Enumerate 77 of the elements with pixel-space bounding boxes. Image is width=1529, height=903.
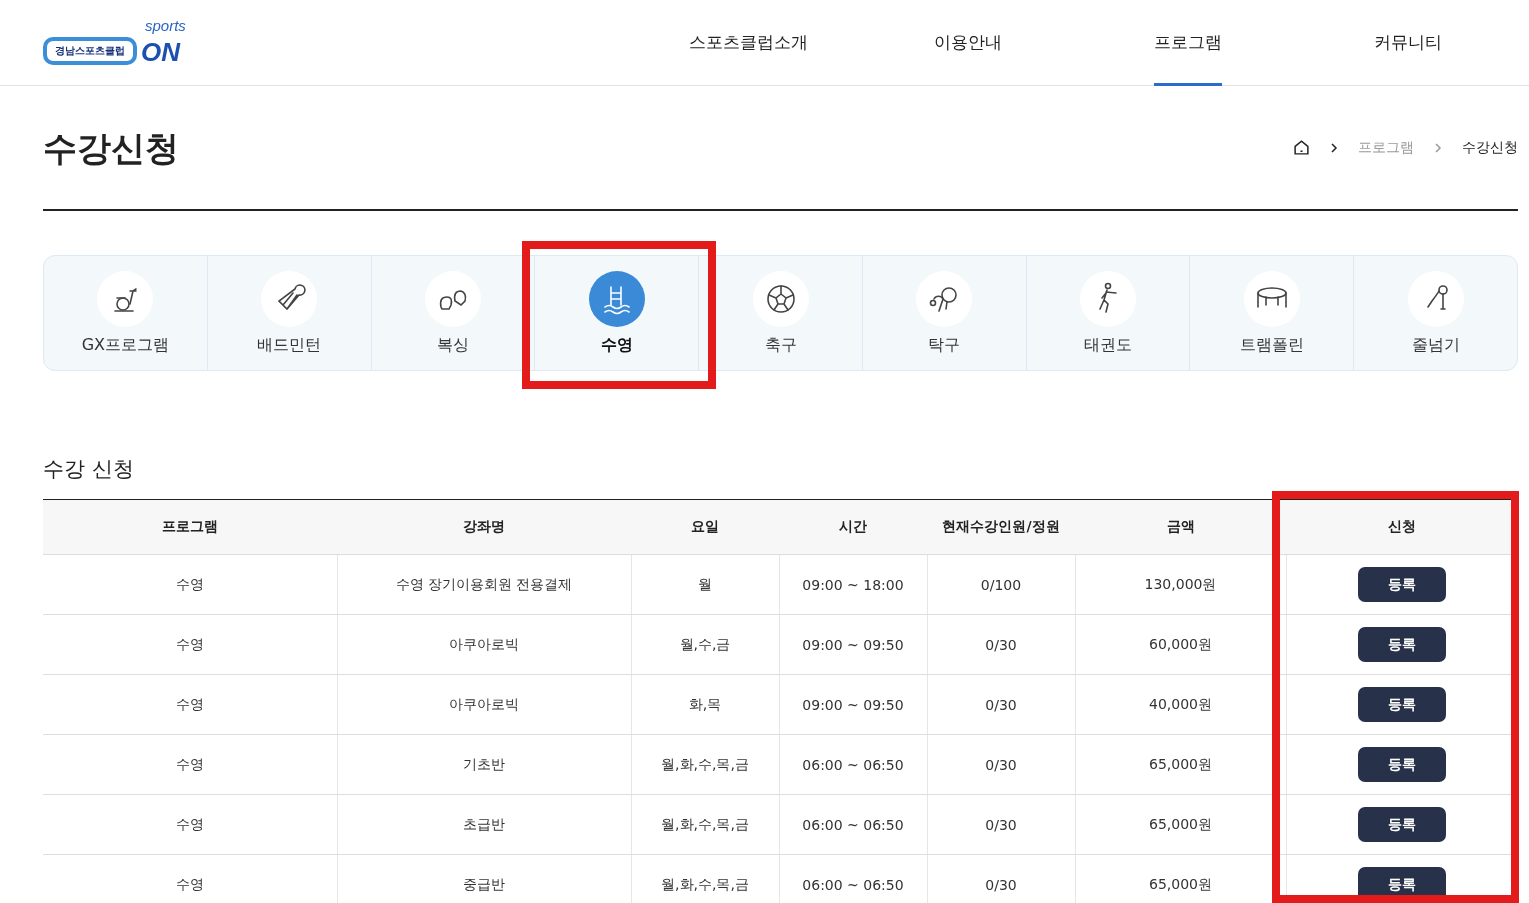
table-cell: 0/30	[927, 854, 1075, 903]
category-tab[interactable]: 배드민턴	[206, 256, 371, 370]
table-cell: 65,000원	[1075, 854, 1286, 903]
table-cell: 09:00 ~ 09:50	[779, 674, 927, 735]
table-cell: 월	[631, 554, 779, 615]
table-cell: 0/30	[927, 734, 1075, 795]
column-header: 현재수강인원/정원	[927, 499, 1075, 555]
register-button[interactable]: 등록	[1358, 687, 1447, 722]
table-cell: 수영	[43, 674, 337, 735]
table-cell: 월,화,수,목,금	[631, 794, 779, 855]
trampoline-icon	[1243, 270, 1300, 327]
table-cell: 06:00 ~ 06:50	[779, 854, 927, 903]
register-button[interactable]: 등록	[1358, 807, 1447, 842]
soccer-ball-icon	[752, 270, 809, 327]
category-tab[interactable]: 축구	[698, 256, 862, 370]
site-logo[interactable]: 경남스포츠클럽 sports ON	[43, 18, 203, 67]
shuttlecock-icon	[261, 270, 318, 327]
category-tab[interactable]: 줄넘기	[1353, 256, 1517, 370]
table-cell: 월,화,수,목,금	[631, 854, 779, 903]
table-cell: 아쿠아로빅	[337, 674, 631, 735]
table-cell: 화,목	[631, 674, 779, 735]
category-tab[interactable]: 탁구	[861, 256, 1026, 370]
home-icon[interactable]	[1293, 139, 1310, 156]
table-cell: 수영	[43, 854, 337, 903]
section-title: 수강 신청	[43, 456, 135, 483]
table-cell: 0/100	[927, 554, 1075, 615]
category-tab[interactable]: GX프로그램	[44, 256, 207, 370]
logo-name: 경남스포츠클럽	[43, 36, 137, 65]
table-cell: 초급반	[337, 794, 631, 855]
logo-tagline: sports	[145, 16, 186, 34]
pool-ladder-icon	[588, 270, 645, 327]
nav-item[interactable]: 프로그램	[1154, 0, 1222, 86]
table-cell: 아쿠아로빅	[337, 614, 631, 675]
nav-item[interactable]: 커뮤니티	[1374, 0, 1442, 86]
register-button[interactable]: 등록	[1358, 567, 1447, 602]
register-button[interactable]: 등록	[1358, 627, 1447, 662]
category-tab[interactable]: 복싱	[370, 256, 535, 370]
table-cell: 0/30	[927, 794, 1075, 855]
register-button[interactable]: 등록	[1358, 747, 1447, 782]
table-cell: 월,화,수,목,금	[631, 734, 779, 795]
page-title: 수강신청	[43, 126, 179, 170]
nav-item[interactable]: 이용안내	[934, 0, 1002, 86]
exercise-bike-icon	[97, 270, 154, 327]
table-cell: 65,000원	[1075, 734, 1286, 795]
table-cell: 06:00 ~ 06:50	[779, 794, 927, 855]
table-cell: 09:00 ~ 18:00	[779, 554, 927, 615]
logo-mark: ON	[141, 38, 180, 65]
chevron-right-icon	[1434, 141, 1442, 154]
column-header: 프로그램	[43, 499, 337, 555]
category-tab[interactable]: 트램폴린	[1189, 256, 1354, 370]
table-cell: 월,수,금	[631, 614, 779, 675]
table-cell: 60,000원	[1075, 614, 1286, 675]
table-cell: 수영	[43, 614, 337, 675]
table-cell: 0/30	[927, 674, 1075, 735]
table-cell: 중급반	[337, 854, 631, 903]
table-cell: 수영	[43, 554, 337, 615]
table-cell: 수영	[43, 734, 337, 795]
table-cell: 65,000원	[1075, 794, 1286, 855]
ping-pong-paddle-icon	[916, 270, 973, 327]
table-cell: 수영 장기이용회원 전용결제	[337, 554, 631, 615]
category-tab[interactable]: 수영	[534, 256, 699, 370]
column-header: 금액	[1075, 499, 1286, 555]
column-header: 강좌명	[337, 499, 631, 555]
column-header: 요일	[631, 499, 779, 555]
table-cell: 0/30	[927, 614, 1075, 675]
nav-item[interactable]: 스포츠클럽소개	[688, 0, 808, 86]
taekwondo-figure-icon	[1080, 270, 1137, 327]
table-cell: 06:00 ~ 06:50	[779, 734, 927, 795]
table-cell: 130,000원	[1075, 554, 1286, 615]
table-cell: 수영	[43, 794, 337, 855]
category-tab[interactable]: 태권도	[1025, 256, 1190, 370]
table-cell: 기초반	[337, 734, 631, 795]
table-cell: 40,000원	[1075, 674, 1286, 735]
table-cell: 09:00 ~ 09:50	[779, 614, 927, 675]
breadcrumb-link[interactable]: 수강신청	[1462, 138, 1518, 157]
chevron-right-icon	[1330, 141, 1338, 154]
column-header: 시간	[779, 499, 927, 555]
